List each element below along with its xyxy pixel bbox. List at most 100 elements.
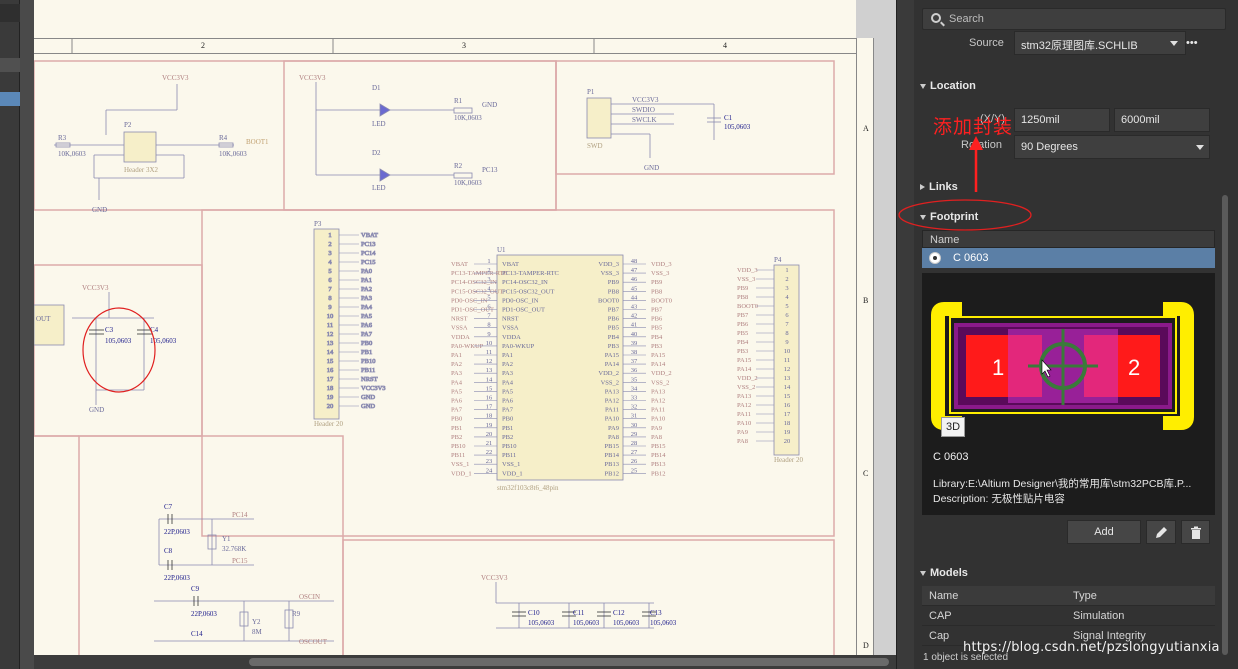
p4-pin-net: PA10 <box>737 420 751 427</box>
label-c13-val: 105,0603 <box>650 619 677 627</box>
u1-right-pin: VSS_3 <box>601 270 619 277</box>
add-footprint-button[interactable]: Add <box>1067 520 1141 544</box>
left-strip-button-active[interactable] <box>0 92 20 106</box>
y-value: 6000mil <box>1121 114 1160 126</box>
p3-pin-net: PA7 <box>361 331 373 338</box>
u1-right-net: PA14 <box>651 361 666 368</box>
zone-row-label: B <box>863 296 869 305</box>
zone-row-label: C <box>863 469 869 478</box>
u1-left-net: PD0-OSC_IN <box>451 297 488 304</box>
u1-pin-number: 37 <box>631 358 638 365</box>
model-name: Cap <box>929 630 950 642</box>
chevron-down-icon <box>1196 145 1204 150</box>
u1-right-pin: PA8 <box>608 434 619 441</box>
x-input[interactable]: 1250mil <box>1014 108 1110 132</box>
delete-footprint-button[interactable] <box>1181 520 1210 544</box>
label-gnd4: GND <box>89 406 104 414</box>
u1-left-net: PC15-OSC32_OUT <box>451 288 503 295</box>
u1-right-pin: PA9 <box>608 425 619 432</box>
p3-pin-number: 16 <box>327 367 334 374</box>
u1-left-pin: PA2 <box>502 361 513 368</box>
u1-pin-number: 17 <box>486 404 493 411</box>
label-out: OUT <box>36 315 51 323</box>
u1-left-net: PA0-WKUP <box>451 343 484 350</box>
p3-pin-net: PA1 <box>361 277 372 284</box>
label-led2: LED <box>372 184 386 192</box>
section-links[interactable]: Links <box>920 181 958 193</box>
3d-view-button[interactable]: 3D <box>941 417 965 437</box>
label-c11-val: 105,0603 <box>573 619 600 627</box>
u1-left-pin: PB11 <box>502 452 516 459</box>
scrollbar-thumb[interactable] <box>249 658 889 666</box>
p4-pin-number: 20 <box>784 438 791 445</box>
rotation-dropdown[interactable]: 90 Degrees <box>1014 135 1210 159</box>
footprint-graphic: 1 2 <box>931 302 1194 430</box>
u1-left-pin: PA3 <box>502 370 513 377</box>
properties-panel: Search Source stm32原理图库.SCHLIB ••• Locat… <box>914 0 1238 669</box>
y-input[interactable]: 6000mil <box>1114 108 1210 132</box>
p4-pin-net: BOOT0 <box>737 303 758 310</box>
panel-scrollbar[interactable] <box>1222 195 1228 655</box>
u1-right-net: VDD_3 <box>651 261 672 268</box>
source-dropdown[interactable]: stm32原理图库.SCHLIB <box>1014 31 1186 55</box>
p4-pin-number: 18 <box>784 420 791 427</box>
u1-pin-number: 34 <box>631 385 638 392</box>
u1-pin-number: 46 <box>631 276 638 283</box>
p3-pin-net: PB11 <box>361 367 375 374</box>
label-c8: C8 <box>164 547 173 555</box>
p4-pin-number: 3 <box>785 285 788 292</box>
u1-left-pin: PA5 <box>502 388 513 395</box>
section-footprint[interactable]: Footprint <box>920 211 978 223</box>
label-c8-val: 22P,0603 <box>164 574 190 582</box>
pencil-icon <box>1156 527 1167 538</box>
u1-pin-number: 3 <box>487 276 490 283</box>
u1-pin-number: 38 <box>631 349 638 356</box>
radio-selected-icon[interactable] <box>929 252 941 264</box>
footprint-library: Library:E:\Altium Designer\我的常用库\stm32PC… <box>933 478 1192 490</box>
panel-splitter[interactable] <box>896 0 914 669</box>
p3-pin-number: 3 <box>328 250 331 257</box>
u1-right-net: PB7 <box>651 307 663 314</box>
u1-left-net: PA7 <box>451 407 463 414</box>
footprint-column-name: Name <box>930 234 960 246</box>
footprint-name: C 0603 <box>933 451 969 463</box>
u1-right-pin: PA12 <box>605 398 619 405</box>
horizontal-scrollbar[interactable] <box>34 655 896 669</box>
p3-pin-net: PA3 <box>361 295 372 302</box>
p4-pin-number: 8 <box>785 330 788 337</box>
u1-right-net: PB13 <box>651 461 665 468</box>
search-input[interactable]: Search <box>922 8 1226 30</box>
left-strip-button[interactable] <box>0 58 20 72</box>
section-location[interactable]: Location <box>920 80 976 92</box>
p3-pin-number: 2 <box>328 241 331 248</box>
u1-left-pin: PC15-OSC32_OUT <box>502 288 554 295</box>
u1-right-net: PA10 <box>651 416 665 423</box>
u1-right-pin: PB13 <box>605 461 619 468</box>
u1-left-pin: NRST <box>502 316 519 323</box>
u1-left-pin: PA0-WKUP <box>502 343 535 350</box>
label-c7-val: 22P,0603 <box>164 528 190 536</box>
models-row[interactable]: CAP Simulation <box>922 606 1215 626</box>
schematic-canvas[interactable]: 2 3 4 A B C D VCC3V3 P2 Header 3X2 R3 10… <box>34 0 896 655</box>
u1-left-net: PA6 <box>451 398 463 405</box>
source-more-button[interactable]: ••• <box>1186 37 1198 49</box>
footprint-row-selected[interactable]: C 0603 <box>922 248 1215 268</box>
u1-right-pin: PB14 <box>605 452 620 459</box>
source-value: stm32原理图库.SCHLIB <box>1021 40 1138 52</box>
u1-right-net: PB5 <box>651 325 662 332</box>
label-r2: R2 <box>454 162 463 170</box>
label-vcc4: VCC3V3 <box>82 284 109 292</box>
label-oscout: OSCOUT <box>299 638 328 646</box>
label-swclk: SWCLK <box>632 116 657 124</box>
edit-footprint-button[interactable] <box>1146 520 1176 544</box>
section-models[interactable]: Models <box>920 567 968 579</box>
u1-pin-number: 16 <box>486 395 493 402</box>
u1-right-pin: VSS_2 <box>601 379 619 386</box>
u1-right-pin: PB4 <box>608 334 620 341</box>
u1-left-net: PA5 <box>451 388 462 395</box>
left-strip-button[interactable] <box>0 4 20 22</box>
p3-pin-net: NRST <box>361 376 378 383</box>
p3-pin-number: 11 <box>327 322 333 329</box>
collapse-icon <box>920 214 926 220</box>
label-p1: P1 <box>587 88 595 96</box>
